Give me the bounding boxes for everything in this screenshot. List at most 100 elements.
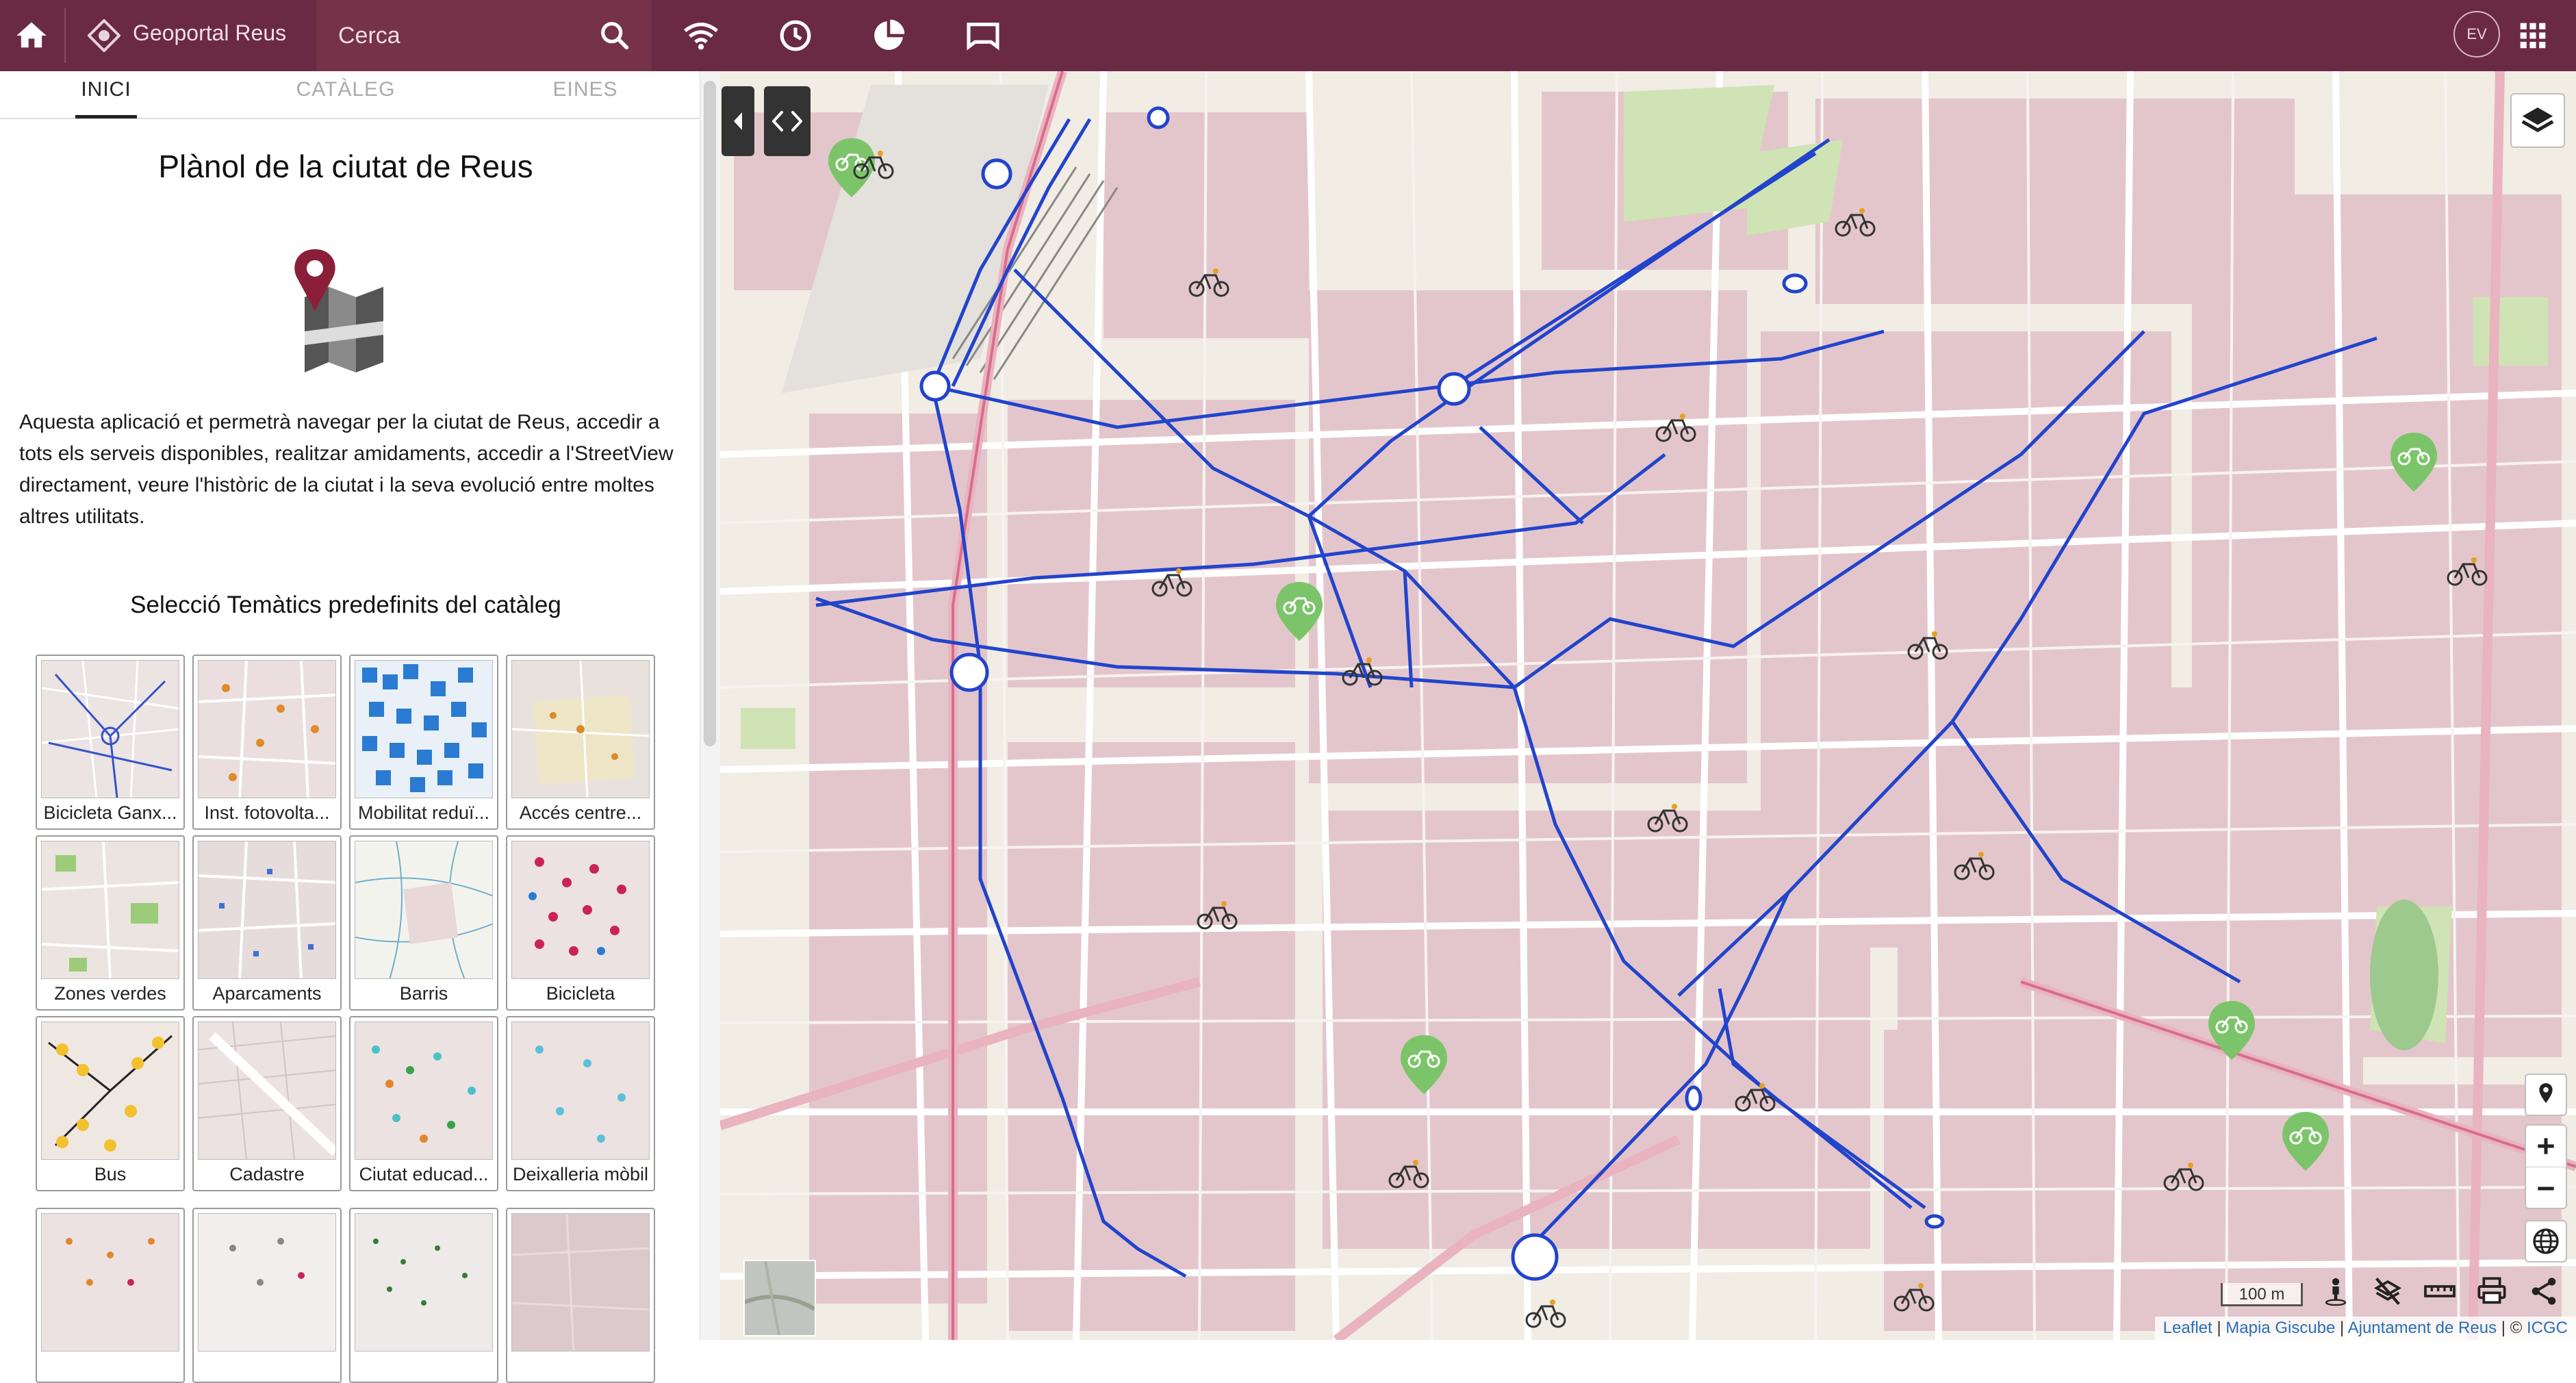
theme-card[interactable] bbox=[506, 1208, 655, 1383]
location-pin-icon bbox=[2539, 1083, 2553, 1104]
tab-cataleg[interactable]: CATÀLEG bbox=[274, 78, 418, 101]
active-tab-indicator bbox=[75, 115, 137, 118]
search-input[interactable] bbox=[337, 18, 583, 53]
theme-thumbnail bbox=[41, 1213, 179, 1352]
search-icon[interactable] bbox=[597, 18, 633, 53]
bicycle-icon[interactable] bbox=[1654, 411, 1698, 448]
bicycle-icon[interactable] bbox=[1187, 266, 1231, 303]
attribution-separator: | bbox=[2212, 1319, 2226, 1337]
theme-thumbnail bbox=[41, 1022, 179, 1160]
share-icon[interactable] bbox=[2525, 1272, 2563, 1310]
bicycle-icon[interactable] bbox=[1733, 1080, 1777, 1118]
wifi-icon[interactable] bbox=[682, 16, 720, 55]
map-view[interactable] bbox=[720, 71, 2576, 1340]
theme-card-label: Bicicleta Ganx... bbox=[43, 802, 177, 823]
embed-code-button[interactable] bbox=[764, 86, 811, 156]
theme-card-label: Accés centre... bbox=[519, 802, 642, 823]
bicycle-icon[interactable] bbox=[1340, 655, 1384, 692]
attribution-separator: | © bbox=[2497, 1319, 2527, 1337]
bicycle-icon[interactable] bbox=[1150, 566, 1194, 603]
zoom-in-button[interactable] bbox=[2527, 1127, 2565, 1165]
theme-card[interactable] bbox=[349, 1208, 498, 1383]
theme-thumbnail bbox=[511, 1022, 650, 1160]
side-panel: INICI CATÀLEG EINES Plànol de la ciutat … bbox=[0, 71, 700, 1383]
theme-card-deixalleria-mobil[interactable]: Deixalleria mòbil bbox=[506, 1016, 655, 1191]
bicycle-icon[interactable] bbox=[1892, 1280, 1936, 1318]
bicycle-icon[interactable] bbox=[2162, 1160, 2206, 1197]
bike-station-marker[interactable] bbox=[1399, 1034, 1449, 1099]
basemap-button[interactable] bbox=[2525, 1220, 2567, 1263]
bike-station-marker[interactable] bbox=[1275, 581, 1324, 646]
attribution-separator: | bbox=[2335, 1319, 2348, 1337]
zoom-in-icon bbox=[2538, 1138, 2554, 1154]
mapa-giscube-link[interactable]: Mapia Giscube bbox=[2226, 1319, 2335, 1337]
theme-card[interactable] bbox=[192, 1208, 342, 1383]
app-title[interactable]: Geoportal Reus bbox=[133, 21, 286, 46]
theme-card-barris[interactable]: Barris bbox=[349, 835, 498, 1011]
bike-station-marker[interactable] bbox=[2207, 1000, 2256, 1065]
theme-card-cadastre[interactable]: Cadastre bbox=[192, 1016, 342, 1191]
page-title: Plànol de la ciutat de Reus bbox=[158, 149, 533, 184]
tab-inici[interactable]: INICI bbox=[41, 78, 171, 101]
theme-card-label: Inst. fotovolta... bbox=[204, 802, 330, 823]
bicycle-icon[interactable] bbox=[1387, 1157, 1431, 1195]
history-icon[interactable] bbox=[776, 16, 815, 55]
theme-card-bicicleta[interactable]: Bicicleta bbox=[506, 835, 655, 1011]
topbar-divider bbox=[64, 8, 66, 63]
code-icon bbox=[772, 111, 802, 131]
theme-card-inst-fotovoltaiques[interactable]: Inst. fotovolta... bbox=[192, 655, 342, 830]
app-description: Aquesta aplicació et permetrà navegar pe… bbox=[19, 411, 674, 528]
pie-chart-icon[interactable] bbox=[869, 16, 908, 55]
bicycle-icon[interactable] bbox=[2445, 555, 2489, 592]
theme-card-ciutat-educadora[interactable]: Ciutat educad... bbox=[349, 1016, 498, 1191]
bicycle-icon[interactable] bbox=[852, 148, 895, 186]
collapse-panel-button[interactable] bbox=[722, 86, 754, 156]
theme-card-label: Aparcaments bbox=[212, 983, 322, 1004]
theme-thumbnail bbox=[511, 1213, 650, 1352]
theme-card-acces-centre[interactable]: Accés centre... bbox=[506, 655, 655, 830]
theme-card-bus[interactable]: Bus bbox=[36, 1016, 185, 1191]
theme-card-aparcaments[interactable]: Aparcaments bbox=[192, 835, 342, 1011]
bicycle-icon[interactable] bbox=[1906, 629, 1950, 666]
bike-station-marker[interactable] bbox=[2389, 431, 2438, 496]
ruler-icon[interactable] bbox=[2421, 1272, 2459, 1310]
map-frame-icon[interactable] bbox=[964, 16, 1002, 55]
zoom-out-button[interactable] bbox=[2527, 1169, 2565, 1208]
theme-card-label: Mobilitat reduï... bbox=[357, 802, 490, 823]
locate-button[interactable] bbox=[2525, 1074, 2567, 1116]
theme-card-bicicleta-ganxeta[interactable]: Bicicleta Ganx... bbox=[36, 655, 185, 830]
theme-card-label: Bicicleta bbox=[546, 983, 615, 1004]
theme-thumbnail bbox=[355, 841, 493, 979]
apps-grid-icon[interactable] bbox=[2518, 21, 2548, 51]
ajuntament-link[interactable]: Ajuntament de Reus bbox=[2348, 1319, 2497, 1337]
layers-off-icon[interactable] bbox=[2369, 1272, 2407, 1310]
home-icon[interactable] bbox=[14, 18, 49, 53]
bicycle-icon[interactable] bbox=[1952, 849, 1996, 887]
layers-button[interactable] bbox=[2510, 93, 2565, 148]
minimap-thumbnail[interactable] bbox=[743, 1260, 816, 1336]
bicycle-icon[interactable] bbox=[1524, 1297, 1568, 1334]
bicycle-icon[interactable] bbox=[1195, 898, 1239, 936]
street-view-icon[interactable] bbox=[2317, 1272, 2355, 1310]
user-avatar[interactable]: EV bbox=[2453, 11, 2500, 58]
bicycle-icon[interactable] bbox=[1833, 205, 1877, 243]
bike-station-marker[interactable] bbox=[2281, 1111, 2330, 1176]
theme-thumbnail bbox=[198, 1022, 336, 1160]
theme-thumbnail bbox=[198, 841, 336, 979]
bicycle-icon[interactable] bbox=[1646, 801, 1689, 839]
leaflet-link[interactable]: Leaflet bbox=[2163, 1319, 2212, 1337]
themes-subtitle: Selecció Temàtics predefinits del catàle… bbox=[130, 592, 561, 618]
theme-card-label: Barris bbox=[399, 983, 448, 1004]
theme-card-zones-verdes[interactable]: Zones verdes bbox=[36, 835, 185, 1011]
print-icon[interactable] bbox=[2473, 1272, 2511, 1310]
icgc-link[interactable]: ICGC bbox=[2527, 1319, 2568, 1337]
zoom-control bbox=[2525, 1124, 2567, 1209]
theme-card-mobilitat-reduida[interactable]: Mobilitat reduï... bbox=[349, 655, 498, 830]
top-bar: Geoportal Reus EV bbox=[0, 0, 2576, 71]
tab-eines[interactable]: EINES bbox=[520, 78, 650, 101]
theme-card[interactable] bbox=[36, 1208, 185, 1383]
panel-scrollbar-thumb[interactable] bbox=[704, 81, 716, 746]
theme-thumbnail bbox=[198, 660, 336, 798]
theme-thumbnail bbox=[355, 1022, 493, 1160]
theme-thumbnail bbox=[355, 1213, 493, 1352]
